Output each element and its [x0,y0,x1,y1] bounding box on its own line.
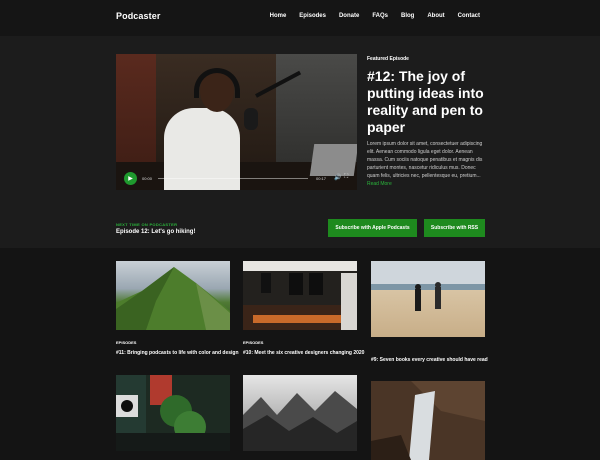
card-title[interactable]: #10: Meet the six creative designers cha… [243,350,364,356]
player-current-time: 00:00 [142,176,153,181]
next-episode-title: Episode 12: Let's go hiking! [116,229,196,235]
featured-episode-excerpt: Lorem ipsum dolor sit amet, consectetuer… [367,140,487,188]
beach-image [415,282,441,311]
episode-thumbnail-cafe[interactable] [243,261,357,330]
hero-section: ▶ 00:00 00:17 🔊 ⛶ Featured Episode #12: … [0,36,600,248]
excerpt-text: Lorem ipsum dolor sit amet, consectetuer… [367,141,483,179]
episode-thumbnail-waterfall[interactable] [371,381,485,460]
plant-image [116,375,230,451]
featured-video-player[interactable]: ▶ 00:00 00:17 🔊 ⛶ [116,54,357,190]
card-title[interactable]: #9: Seven books every creative should ha… [371,357,488,363]
laptop-graphic [309,144,357,176]
nav-donate[interactable]: Donate [339,13,359,19]
subscribe-rss-button[interactable]: Subscribe with RSS [424,219,485,237]
featured-episode-title[interactable]: #12: The joy of putting ideas into reali… [367,68,487,136]
site-logo[interactable]: Podcaster [116,11,160,21]
site-header: Podcaster Home Episodes Donate FAQs Blog… [0,0,600,36]
nav-home[interactable]: Home [270,13,287,19]
episode-thumbnail-bw-mountains[interactable] [243,375,357,451]
mountain-image [116,267,230,330]
nav-faqs[interactable]: FAQs [372,13,388,19]
nav-episodes[interactable]: Episodes [299,13,326,19]
play-icon[interactable]: ▶ [124,172,137,185]
nav-about[interactable]: About [427,13,444,19]
read-more-link[interactable]: Read More [367,181,392,187]
microphone-graphic [244,108,258,130]
card-category: EPISODES [116,340,137,345]
main-nav: Home Episodes Donate FAQs Blog About Con… [270,13,480,19]
volume-icon[interactable]: 🔊 [334,174,341,181]
episode-thumbnail-plant[interactable] [116,375,230,451]
player-total-time: 00:17 [316,176,327,181]
episode-thumbnail-mountain[interactable] [116,261,230,330]
cafe-image [243,261,357,330]
card-title[interactable]: #11: Bringing podcasts to life with colo… [116,350,239,356]
featured-episode-label: Featured Episode [367,56,409,62]
episode-thumbnail-beach[interactable] [371,261,485,337]
fullscreen-icon[interactable]: ⛶ [344,174,348,181]
nav-blog[interactable]: Blog [401,13,414,19]
player-progress-bar[interactable] [158,178,308,179]
subscribe-apple-button[interactable]: Subscribe with Apple Podcasts [328,219,417,237]
bw-mountains-image [243,391,357,451]
card-category: EPISODES [243,340,264,345]
nav-contact[interactable]: Contact [458,13,480,19]
next-episode-label: NEXT TIME ON PODCASTER [116,222,178,227]
waterfall-image [371,381,485,460]
